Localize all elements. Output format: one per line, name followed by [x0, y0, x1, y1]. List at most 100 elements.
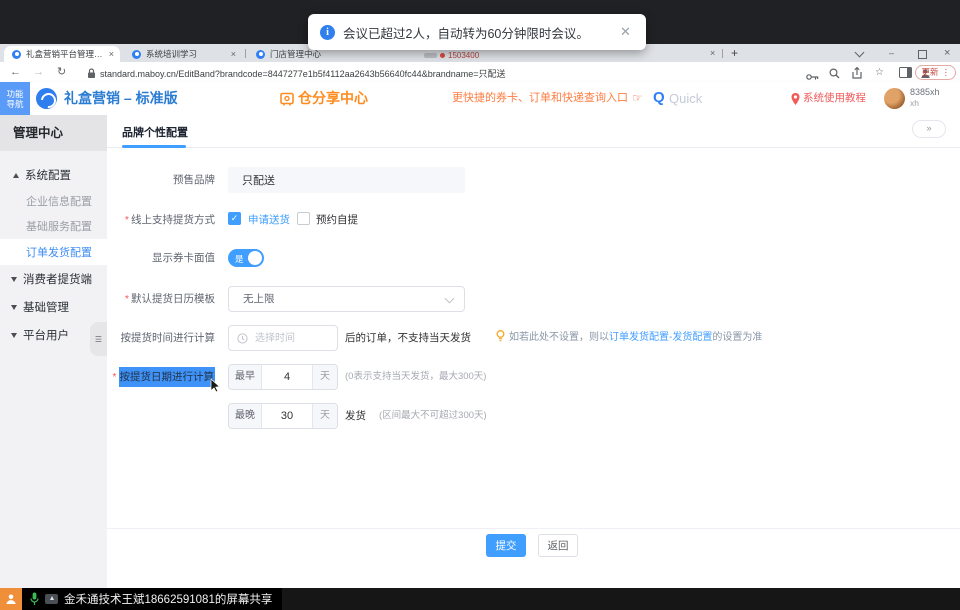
checkbox-self-pickup-unchecked[interactable] [297, 212, 310, 225]
latest-days-input-group: 最晚 天 [228, 403, 338, 429]
active-tab-underline [122, 145, 186, 148]
participant-icon [0, 588, 22, 610]
latest-days-input[interactable] [262, 404, 312, 428]
checkbox-delivery-label[interactable]: 申请送货 [248, 212, 290, 228]
earliest-unit: 天 [312, 365, 337, 389]
required-asterisk: * [125, 214, 129, 226]
tab-title-fragment [424, 53, 437, 58]
latest-unit: 天 [312, 404, 337, 428]
screen-share-icon [45, 594, 58, 604]
tutorial-link[interactable]: 系统使用教程 [803, 82, 866, 115]
promo-text: 更快捷的券卡、订单和快递查询入口 [452, 82, 628, 115]
tab-close-icon[interactable]: × [109, 49, 114, 59]
user-name: xh [910, 98, 919, 108]
content-tab-bar: 品牌个性配置 » [107, 115, 960, 148]
tab-title-fragment-text: 1503400 [448, 51, 479, 60]
earliest-days-input-group: 最早 天 [228, 364, 338, 390]
screen-share-status: 金禾通技术王斌18662591081的屏幕共享 [22, 588, 282, 610]
clock-icon [237, 333, 248, 344]
share-center-link[interactable]: 仓分享中心 [298, 82, 368, 115]
time-picker-input[interactable] [253, 332, 327, 345]
presale-brand-label: 预售品牌 [107, 167, 215, 193]
bookmark-star-icon[interactable]: ☆ [875, 65, 884, 81]
sidebar-item-enterprise-info[interactable]: 企业信息配置 [26, 191, 92, 213]
tab-close-icon[interactable]: × [231, 49, 236, 59]
submit-button[interactable]: 提交 [486, 534, 526, 557]
collapse-panel-button[interactable]: » [912, 120, 946, 138]
app-title: 礼盒营销 – 标准版 [64, 82, 178, 115]
latest-note: (区间最大不可超过300天) [379, 403, 487, 429]
url-text[interactable]: standard.maboy.cn/EditBand?brandcode=844… [100, 67, 505, 80]
calendar-template-label: *默认提货日历模板 [107, 286, 215, 312]
sidebar-group-system-config[interactable]: 系统配置 [0, 165, 107, 187]
earliest-prefix: 最早 [229, 365, 262, 389]
sidebar-group-consumer-pickup[interactable]: 消费者提货端 [0, 269, 107, 291]
mouse-cursor-icon [210, 378, 221, 398]
window-maximize-button[interactable] [918, 50, 927, 59]
calendar-template-select[interactable]: 无上限 [228, 286, 465, 312]
required-asterisk: * [112, 371, 116, 383]
app-logo-icon [36, 88, 57, 109]
config-hint: 如若此处不设置，则以订单发货配置-发货配置的设置为准 [496, 325, 762, 353]
partially-hidden-tab[interactable]: 1503400 [424, 51, 479, 60]
chevron-down-icon [445, 294, 455, 304]
browser-tab-2[interactable]: 系统培训学习 × [124, 46, 242, 62]
sidebar-title: 管理中心 [0, 115, 107, 151]
user-id: 8385xh [910, 87, 940, 97]
meeting-notification-banner: i 会议已超过2人，自动转为60分钟限时会议。 ✕ [308, 14, 646, 50]
tab-brand-personality-config[interactable]: 品牌个性配置 [122, 124, 188, 140]
menu-dots-icon[interactable]: ⋮ [942, 66, 951, 79]
back-button[interactable]: 返回 [538, 534, 578, 557]
checkbox-self-pickup-label[interactable]: 预约自提 [316, 212, 358, 228]
time-calc-label: 按提货时间进行计算 [107, 325, 215, 351]
browser-tab-1[interactable]: 礼盒营销平台管理中心 × [4, 46, 120, 62]
required-asterisk: * [125, 293, 129, 305]
face-value-toggle-on[interactable]: 是 [228, 249, 264, 267]
checkbox-delivery-checked[interactable]: ✓ [228, 212, 241, 225]
window-close-button[interactable]: × [944, 47, 950, 59]
tab-title: 礼盒营销平台管理中心 [26, 48, 105, 60]
app-header: 功能 导航 礼盒营销 – 标准版 仓分享中心 更快捷的券卡、订单和快递查询入口 … [0, 82, 960, 115]
info-icon: i [320, 25, 335, 40]
config-hint-link[interactable]: 订单发货配置-发货配置 [609, 332, 712, 343]
earliest-days-input[interactable] [262, 365, 312, 389]
presale-brand-input[interactable] [228, 167, 465, 193]
time-picker[interactable] [228, 325, 338, 351]
face-value-label: 显示券卡面值 [107, 249, 215, 267]
tab-search-chevron-icon[interactable] [855, 48, 865, 58]
forward-icon[interactable]: → [33, 64, 44, 80]
recording-dot-icon [440, 53, 445, 58]
back-icon[interactable]: ← [10, 64, 21, 80]
pickup-method-label: *线上支持提货方式 [107, 212, 215, 228]
side-panel-icon[interactable] [899, 67, 912, 78]
date-calc-label: *按提货日期进行计算 [107, 364, 215, 390]
new-tab-button[interactable]: + [731, 47, 738, 60]
sidebar-item-order-shipping-active[interactable]: 订单发货配置 [0, 239, 107, 265]
toggle-knob [248, 251, 262, 265]
tab-separator [245, 49, 246, 58]
reload-icon[interactable]: ↻ [57, 64, 66, 80]
sidebar-item-basic-service[interactable]: 基础服务配置 [26, 216, 92, 238]
sidebar-collapse-handle[interactable]: ☰ [90, 322, 107, 356]
pointing-finger-icon: ☞ [632, 82, 643, 115]
main-content: 品牌个性配置 » 预售品牌 *线上支持提货方式 ✓ 申请送货 预约自提 显示券卡… [107, 115, 960, 588]
latest-prefix: 最晚 [229, 404, 262, 428]
tab-title: 系统培训学习 [146, 48, 227, 60]
browser-update-button[interactable]: 更新 ⋮ [915, 65, 956, 80]
user-avatar[interactable] [884, 88, 905, 109]
sidebar-group-basic-management[interactable]: 基础管理 [0, 297, 107, 319]
function-nav-button[interactable]: 功能 导航 [0, 82, 30, 115]
quick-search-icon[interactable]: Q [653, 82, 665, 115]
latest-suffix-text: 发货 [345, 403, 366, 429]
toggle-on-text: 是 [235, 253, 244, 265]
earliest-note: (0表示支持当天发货，最大300天) [345, 364, 486, 390]
meeting-notification-text: 会议已超过2人，自动转为60分钟限时会议。 [343, 23, 614, 42]
time-calc-suffix-text: 后的订单，不支持当天发货 [345, 325, 471, 351]
quick-label[interactable]: Quick [669, 82, 702, 115]
window-minimize-button[interactable]: – [889, 47, 894, 59]
banner-close-icon[interactable]: ✕ [620, 24, 634, 40]
expand-triangle-icon [11, 305, 17, 310]
tab-close-icon[interactable]: × [710, 48, 715, 58]
warehouse-icon [280, 92, 294, 111]
app-favicon [12, 50, 21, 59]
